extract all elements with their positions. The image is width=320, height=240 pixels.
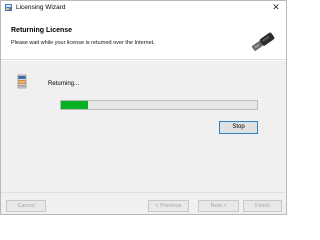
wizard-header: Returning License Please wait while your… xyxy=(1,15,286,60)
window-title: Licensing Wizard xyxy=(16,4,66,11)
title-bar: Licensing Wizard ✕ xyxy=(1,1,286,15)
close-button[interactable]: ✕ xyxy=(266,1,286,15)
wizard-footer: Cancel < Previous Next > Finish xyxy=(1,192,286,214)
previous-button[interactable]: < Previous xyxy=(148,200,189,212)
next-button[interactable]: Next > xyxy=(198,200,239,212)
page-title: Returning License xyxy=(11,27,73,34)
wizard-content: Returning... Stop xyxy=(1,61,286,192)
stop-button[interactable]: Stop xyxy=(219,121,258,134)
close-icon: ✕ xyxy=(272,2,280,12)
finish-button[interactable]: Finish xyxy=(243,200,282,212)
progress-fill xyxy=(61,101,89,109)
licensing-wizard-window: Licensing Wizard ✕ Returning License Ple… xyxy=(0,0,287,215)
wizard-icon xyxy=(5,4,12,11)
server-icon xyxy=(17,74,27,89)
status-text: Returning... xyxy=(48,81,80,87)
page-subtitle: Please wait while your license is return… xyxy=(11,40,155,46)
cancel-button[interactable]: Cancel xyxy=(6,200,46,212)
progress-bar xyxy=(60,100,258,110)
key-icon xyxy=(251,32,275,51)
